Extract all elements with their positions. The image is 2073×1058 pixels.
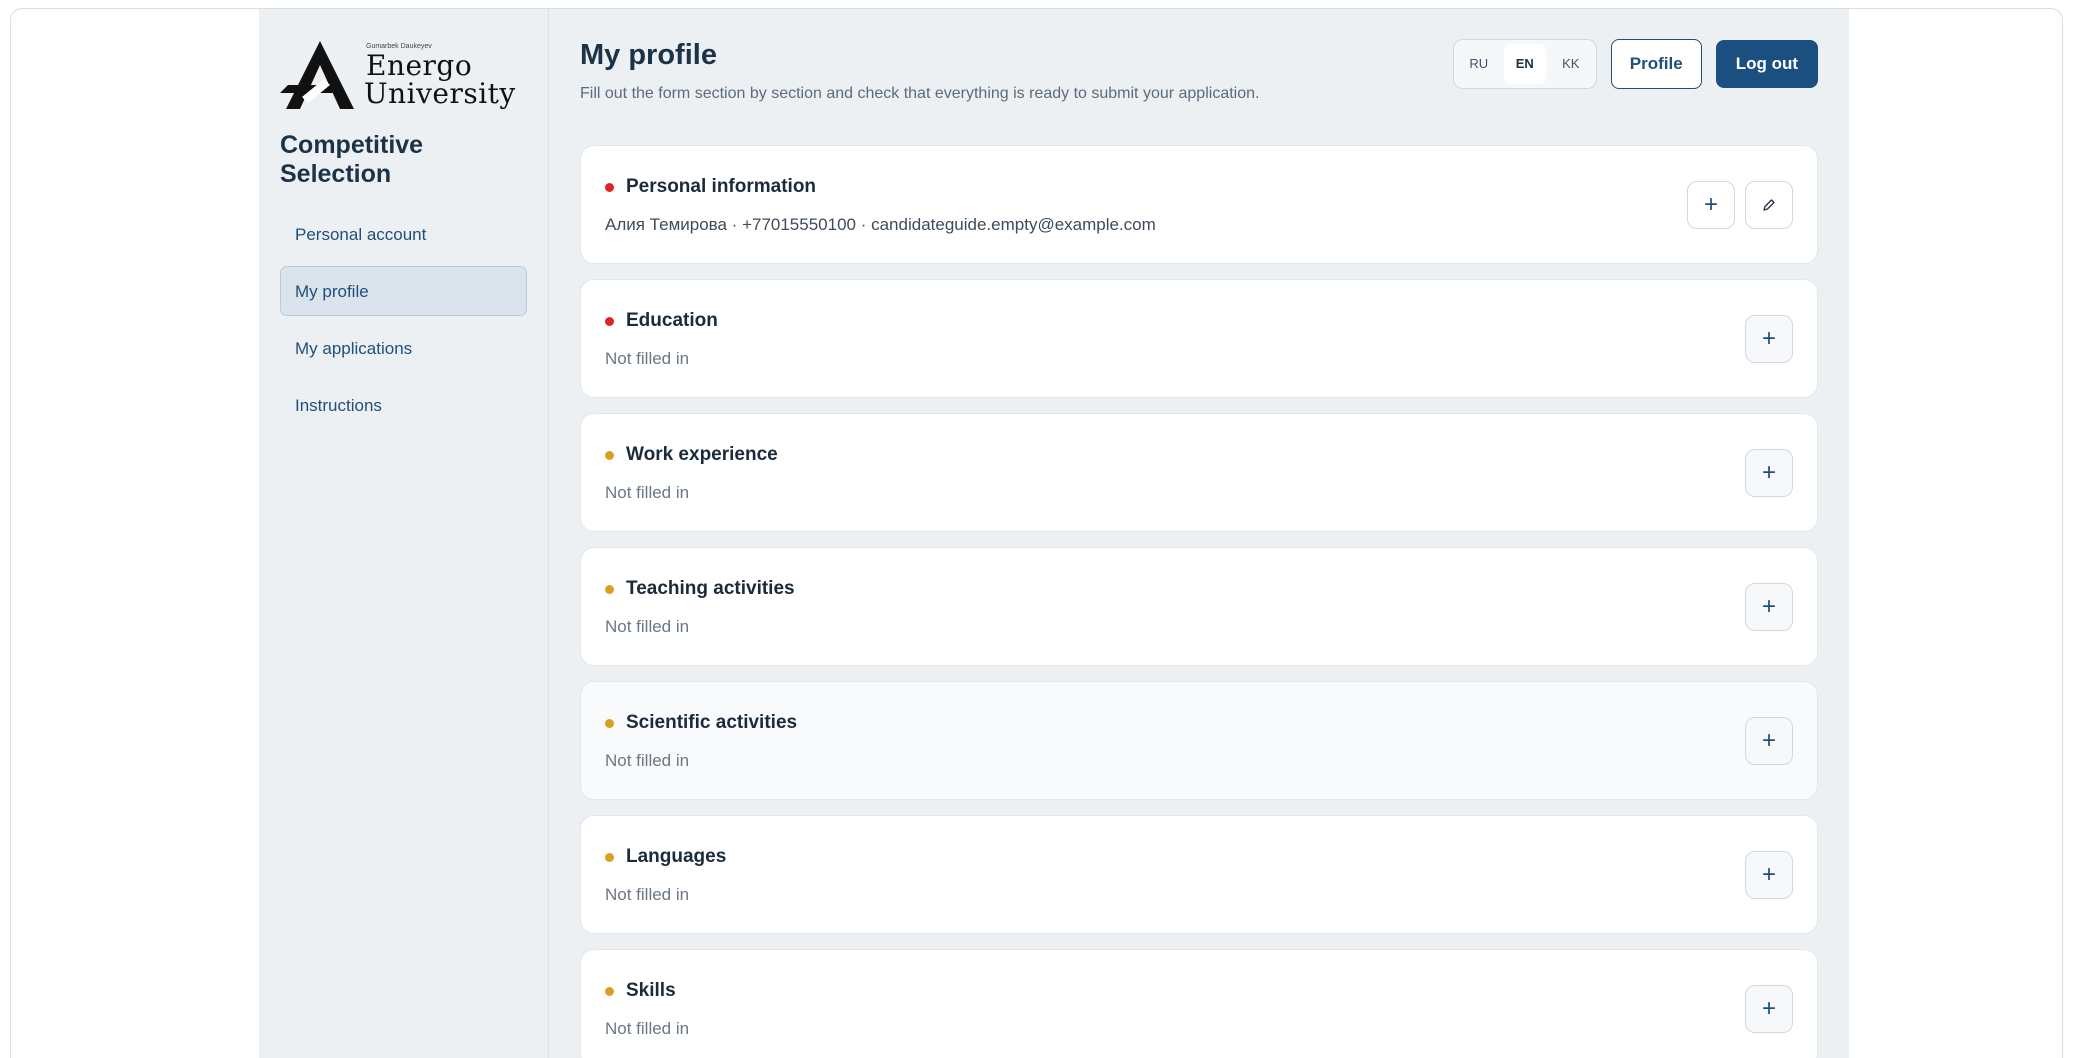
section-title-text: Work experience [626, 444, 778, 465]
add-button[interactable]: + [1745, 716, 1793, 765]
section-title-text: Skills [626, 980, 676, 1001]
browser-frame: Gumarbek Daukeyev Energo University Comp… [10, 8, 2063, 1058]
section-actions: + [1745, 582, 1793, 631]
status-dot-icon [605, 450, 614, 460]
language-switcher: RU EN KK [1452, 39, 1597, 89]
plus-icon: + [1761, 592, 1776, 620]
section-summary: Not filled in [605, 1019, 690, 1038]
section-title-text: Languages [626, 846, 727, 867]
plus-icon: + [1703, 190, 1718, 218]
section-card-education: Education Not filled in + [580, 279, 1818, 398]
sidebar-nav: Personal account My profile My applicati… [280, 209, 527, 430]
section-actions: + [1745, 716, 1793, 765]
section-card-work-experience: Work experience Not filled in + [580, 413, 1818, 532]
logo-wordmark: Gumarbek Daukeyev Energo University [364, 43, 516, 108]
section-card-scientific-activities: Scientific activities Not filled in + [580, 681, 1818, 800]
section-title: Skills [605, 980, 1793, 1002]
add-button[interactable]: + [1745, 582, 1793, 631]
section-title: Personal information [605, 176, 1793, 198]
profile-sections: Personal information Алия Темирова · +77… [580, 145, 1818, 1058]
status-dot-icon [605, 986, 614, 996]
edit-button[interactable] [1745, 180, 1793, 229]
section-actions: + [1745, 448, 1793, 497]
logo-mark-icon [280, 41, 354, 109]
lang-kk-button[interactable]: KK [1550, 44, 1592, 84]
section-title-text: Scientific activities [626, 712, 798, 733]
sidebar-item-my-profile[interactable]: My profile [280, 266, 527, 316]
section-card-teaching-activities: Teaching activities Not filled in + [580, 547, 1818, 666]
section-title-text: Teaching activities [626, 578, 795, 599]
sidebar: Gumarbek Daukeyev Energo University Comp… [259, 9, 549, 1058]
section-actions: + [1687, 180, 1793, 229]
section-summary: Алия Темирова · +77015550100 · candidate… [605, 215, 1156, 234]
logo-line-energo: Energo [366, 48, 473, 82]
lang-en-button[interactable]: EN [1503, 44, 1546, 84]
section-title: Work experience [605, 444, 1793, 466]
section-summary: Not filled in [605, 349, 690, 368]
section-card-personal-information: Personal information Алия Темирова · +77… [580, 145, 1818, 264]
status-dot-icon [605, 584, 614, 594]
add-button[interactable]: + [1745, 984, 1793, 1033]
status-dot-icon [605, 182, 614, 192]
section-card-languages: Languages Not filled in + [580, 815, 1818, 934]
sidebar-section-title: Competitive Selection [280, 131, 424, 188]
profile-button[interactable]: Profile [1610, 39, 1702, 89]
lang-ru-button[interactable]: RU [1458, 44, 1500, 84]
section-title: Education [605, 310, 1793, 332]
logo-line-university: University [364, 76, 516, 110]
section-actions: + [1745, 314, 1793, 363]
section-title-text: Education [626, 310, 718, 331]
plus-icon: + [1761, 860, 1776, 888]
sidebar-item-personal-account[interactable]: Personal account [280, 209, 527, 259]
section-title: Languages [605, 846, 1793, 868]
university-logo[interactable]: Gumarbek Daukeyev Energo University [280, 35, 527, 115]
sidebar-item-instructions[interactable]: Instructions [280, 380, 527, 430]
status-dot-icon [605, 852, 614, 862]
main-content: My profile Fill out the form section by … [549, 9, 1849, 1058]
logout-button[interactable]: Log out [1715, 40, 1818, 88]
pencil-icon [1763, 198, 1775, 211]
add-button[interactable]: + [1745, 314, 1793, 363]
add-button[interactable]: + [1745, 850, 1793, 899]
section-summary: Not filled in [605, 483, 690, 502]
plus-icon: + [1761, 458, 1776, 486]
add-button[interactable]: + [1687, 180, 1735, 229]
section-card-skills: Skills Not filled in + [580, 949, 1818, 1058]
sidebar-item-my-applications[interactable]: My applications [280, 323, 527, 373]
section-title-text: Personal information [626, 176, 817, 197]
status-dot-icon [605, 316, 614, 326]
section-actions: + [1745, 984, 1793, 1033]
app-container: Gumarbek Daukeyev Energo University Comp… [259, 9, 1849, 1058]
status-dot-icon [605, 718, 614, 728]
section-title: Teaching activities [605, 578, 1793, 600]
section-summary: Not filled in [605, 617, 690, 636]
header-actions: RU EN KK Profile Log out [1452, 39, 1818, 89]
section-summary: Not filled in [605, 751, 690, 770]
page-header: My profile Fill out the form section by … [580, 39, 1818, 137]
plus-icon: + [1761, 994, 1776, 1022]
plus-icon: + [1761, 324, 1776, 352]
section-summary: Not filled in [605, 885, 690, 904]
section-title: Scientific activities [605, 712, 1793, 734]
plus-icon: + [1761, 726, 1776, 754]
section-actions: + [1745, 850, 1793, 899]
add-button[interactable]: + [1745, 448, 1793, 497]
